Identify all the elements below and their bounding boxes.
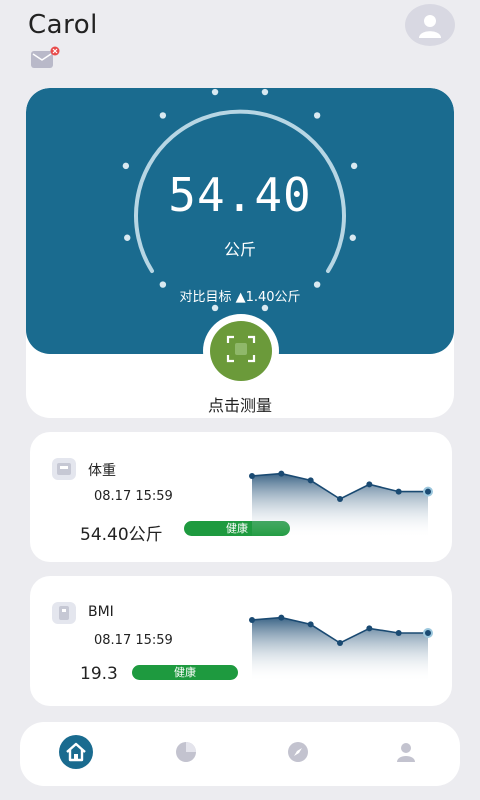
tab-home[interactable] [54,732,98,776]
trend-point [278,614,285,621]
bottom-tab-bar [20,722,460,786]
trend-point [307,621,314,628]
status-badge: 健康 [132,665,238,680]
trend-point [278,470,285,477]
user-name: Carol [28,10,98,40]
metric-title: 体重 [88,463,116,479]
gauge-tick-dot [261,304,269,312]
bmi-metric-card[interactable]: BMI 08.17 15:59 19.3 健康 [30,576,452,706]
mail-icon[interactable] [30,46,60,68]
metric-time: 08.17 15:59 [94,633,173,648]
trend-point [307,477,314,484]
trend-point [395,630,402,636]
trend-point [423,486,433,497]
trend-point [423,628,433,638]
bmi-icon [52,602,76,624]
weight-trend-chart [249,470,433,538]
weight-value: 54.40 [168,168,312,222]
trend-area [252,617,428,682]
metric-title: BMI [88,604,114,620]
weight-scale-icon [52,458,76,480]
gauge-tick-dot [211,88,219,96]
metric-value: 19.3 [80,664,118,684]
scan-icon [226,335,256,367]
trend-area [252,473,428,538]
bmi-trend-chart [249,614,433,682]
trend-point [249,617,255,623]
profile-icon [394,740,418,768]
weight-metric-card[interactable]: 体重 08.17 15:59 54.40公斤 健康 [30,432,452,562]
compass-icon [286,740,310,768]
trend-point [366,481,373,488]
user-avatar-icon[interactable] [405,4,455,46]
gauge-tick-dot [313,112,321,119]
measure-button[interactable] [203,314,279,388]
trend-point [366,625,373,632]
metric-time: 08.17 15:59 [94,489,173,504]
gauge-tick-dot [159,112,167,119]
trend-point [337,496,343,502]
tab-statistics[interactable] [164,732,208,776]
gauge-tick-dot [261,88,269,96]
trend-point [249,473,255,479]
trend-point [395,488,402,495]
tab-discover[interactable] [276,732,320,776]
metric-value: 54.40公斤 [80,525,163,545]
goal-compare-label: 对比目标 ▲1.40公斤 [179,290,301,305]
home-icon [57,733,95,775]
tab-profile[interactable] [384,732,428,776]
gauge-tick-dot [211,304,219,312]
measure-label[interactable]: 点击测量 [26,392,454,416]
weight-unit: 公斤 [223,240,256,259]
trend-point [337,640,343,646]
pie-chart-icon [174,740,198,768]
weight-summary-card: 54.40 公斤 对比目标 ▲1.40公斤 点击测量 [26,88,454,418]
